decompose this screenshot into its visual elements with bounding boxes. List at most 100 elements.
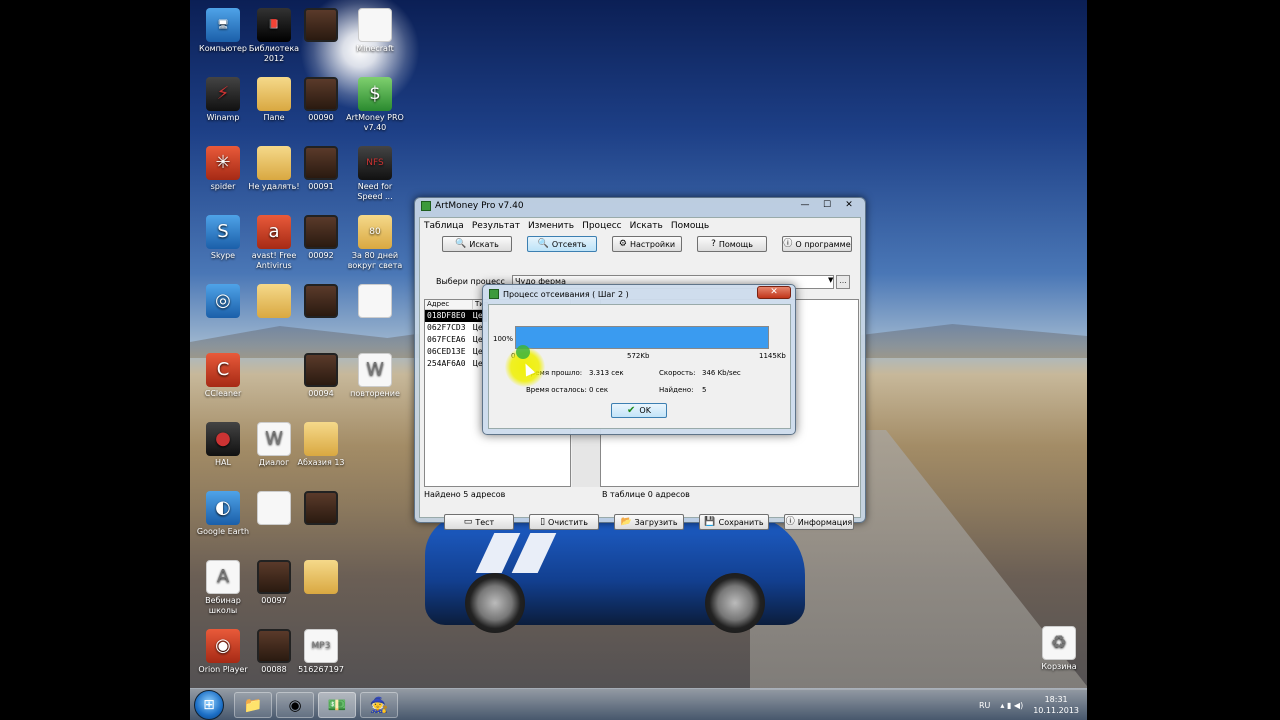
desktop-icon[interactable]: ◉ Orion Player xyxy=(194,629,252,675)
folder-icon xyxy=(257,77,291,111)
help-button-label: Помощь xyxy=(718,239,753,249)
save-icon: 💾 xyxy=(704,516,716,527)
close-button[interactable]: ✕ xyxy=(839,199,859,213)
bottom-toolbar: ▭ Тест ▯ Очистить 📂 Загрузить 💾 Сохранит… xyxy=(444,514,854,530)
save-button[interactable]: 💾 Сохранить xyxy=(699,514,769,530)
artmoney-icon: $ xyxy=(358,77,392,111)
language-indicator[interactable]: RU xyxy=(979,701,990,710)
test-button[interactable]: ▭ Тест xyxy=(444,514,514,530)
desktop-icon[interactable]: $ ArtMoney PRO v7.40 xyxy=(346,77,404,133)
desktop-icon[interactable]: S Skype xyxy=(194,215,252,261)
desktop-icon-label: ArtMoney PRO v7.40 xyxy=(346,113,404,132)
desktop-icon[interactable] xyxy=(346,284,404,320)
chevron-down-icon[interactable]: ▼ xyxy=(828,276,834,288)
dialog-title-text: Процесс отсеивания ( Шаг 2 ) xyxy=(503,289,629,299)
computer-icon: 🖥 xyxy=(206,8,240,42)
clear-icon: ▯ xyxy=(540,516,546,527)
menu-table[interactable]: Таблица xyxy=(424,221,464,231)
desktop-icon[interactable] xyxy=(292,8,350,44)
save-button-label: Сохранить xyxy=(718,517,764,527)
minimize-button[interactable]: — xyxy=(795,199,815,213)
filter-button[interactable]: 🔍 Отсеять xyxy=(527,236,597,252)
artmoney-icon[interactable]: 💵 xyxy=(318,692,356,718)
desktop-icon[interactable]: NFS Need for Speed ... xyxy=(346,146,404,202)
menu-help[interactable]: Помощь xyxy=(671,221,709,231)
desktop-icon[interactable] xyxy=(292,284,350,320)
folder-icon xyxy=(304,422,338,456)
help-button[interactable]: ? Помощь xyxy=(697,236,767,252)
desktop-icon[interactable] xyxy=(292,491,350,527)
table-count-status: В таблице 0 адресов xyxy=(602,490,690,499)
ok-button[interactable]: ✔ OK xyxy=(611,403,667,418)
progress-axis-mid: 572Kb xyxy=(627,352,650,360)
address-cell: 254AF6A0 xyxy=(427,359,466,368)
desktop-icon-label: Minecraft xyxy=(356,44,394,53)
window-title: ArtMoney Pro v7.40 xyxy=(421,201,524,211)
desktop-icon[interactable]: 00094 xyxy=(292,353,350,399)
desktop-icon[interactable]: 00090 xyxy=(292,77,350,123)
dialog-close-button[interactable]: ✕ xyxy=(757,286,791,299)
desktop-icon[interactable]: Абхазия 13 xyxy=(292,422,350,468)
explorer-icon[interactable]: 📁 xyxy=(234,692,272,718)
info-icon: ⓘ xyxy=(785,516,795,527)
menu-search[interactable]: Искать xyxy=(630,221,663,231)
clock[interactable]: 18:31 10.11.2013 xyxy=(1033,694,1079,716)
address-cell: 018DF8E0 xyxy=(425,310,473,322)
desktop-icon-label: CCleaner xyxy=(204,389,242,398)
desktop-icon-label: Вебинар школы xyxy=(205,596,241,615)
video-icon xyxy=(304,146,338,180)
desktop-icon[interactable]: C CCleaner xyxy=(194,353,252,399)
desktop-icon[interactable]: ⚡ Winamp xyxy=(194,77,252,123)
search-icon: 🔍 xyxy=(455,238,467,249)
desktop-icon[interactable]: MP3 516267197 xyxy=(292,629,350,675)
settings-button[interactable]: ⚙ Настройки xyxy=(612,236,682,252)
video-icon xyxy=(304,8,338,42)
column-address[interactable]: Адрес xyxy=(425,300,473,309)
file-icon xyxy=(358,8,392,42)
start-button[interactable]: ⊞ xyxy=(194,690,224,720)
menu-edit[interactable]: Изменить xyxy=(528,221,574,231)
load-button[interactable]: 📂 Загрузить xyxy=(614,514,684,530)
desktop-icon[interactable]: ◐ Google Earth xyxy=(194,491,252,537)
progress-bar-fill xyxy=(516,327,768,348)
search-button[interactable]: 🔍 Искать xyxy=(442,236,512,252)
tray-icons[interactable]: ▴ ▮ ◀) xyxy=(1000,701,1023,710)
filter-button-label: Отсеять xyxy=(551,239,587,249)
clear-button[interactable]: ▯ Очистить xyxy=(529,514,599,530)
video-icon xyxy=(304,284,338,318)
document-icon: W xyxy=(358,353,392,387)
artmoney-logo-icon xyxy=(489,289,499,299)
app-icon: ◎ xyxy=(206,284,240,318)
chrome-icon[interactable]: ◉ xyxy=(276,692,314,718)
video-icon xyxy=(304,491,338,525)
desktop-icon[interactable]: 🖥 Компьютер xyxy=(194,8,252,54)
address-cell: 06CED13E xyxy=(427,347,466,356)
game-icon[interactable]: 🧙 xyxy=(360,692,398,718)
desktop-icon[interactable]: 80 За 80 дней вокруг света xyxy=(346,215,404,271)
menu-process[interactable]: Процесс xyxy=(582,221,622,231)
information-button-label: Информация xyxy=(797,517,853,527)
about-button[interactable]: ⓘ О программе xyxy=(782,236,852,252)
maximize-button[interactable]: ☐ xyxy=(817,199,837,213)
desktop-icon[interactable]: 00092 xyxy=(292,215,350,261)
file-icon xyxy=(257,491,291,525)
remaining-label: Время осталось: xyxy=(526,386,587,394)
desktop-icon[interactable]: ● HAL xyxy=(194,422,252,468)
desktop-icon[interactable]: Minecraft xyxy=(346,8,404,54)
desktop-icon[interactable]: A Вебинар школы xyxy=(194,560,252,616)
desktop-icon[interactable]: ◎ xyxy=(194,284,252,320)
desktop-icon[interactable] xyxy=(292,560,350,596)
desktop-icon-label: Компьютер xyxy=(199,44,247,53)
video-icon xyxy=(304,353,338,387)
menu-bar: Таблица Результат Изменить Процесс Искат… xyxy=(420,218,860,234)
menu-result[interactable]: Результат xyxy=(472,221,520,231)
desktop-icon[interactable]: ✳ spider xyxy=(194,146,252,192)
desktop-icon-label: 00094 xyxy=(308,389,334,398)
information-button[interactable]: ⓘ Информация xyxy=(784,514,854,530)
desktop-icon-label: Skype xyxy=(210,251,236,260)
globe-icon: ◐ xyxy=(206,491,240,525)
desktop-icon[interactable]: ♻ Корзина xyxy=(1030,626,1087,672)
desktop-icon[interactable]: 00091 xyxy=(292,146,350,192)
desktop-icon[interactable]: Wповторение xyxy=(346,353,404,399)
process-browse-button[interactable]: … xyxy=(836,275,850,289)
